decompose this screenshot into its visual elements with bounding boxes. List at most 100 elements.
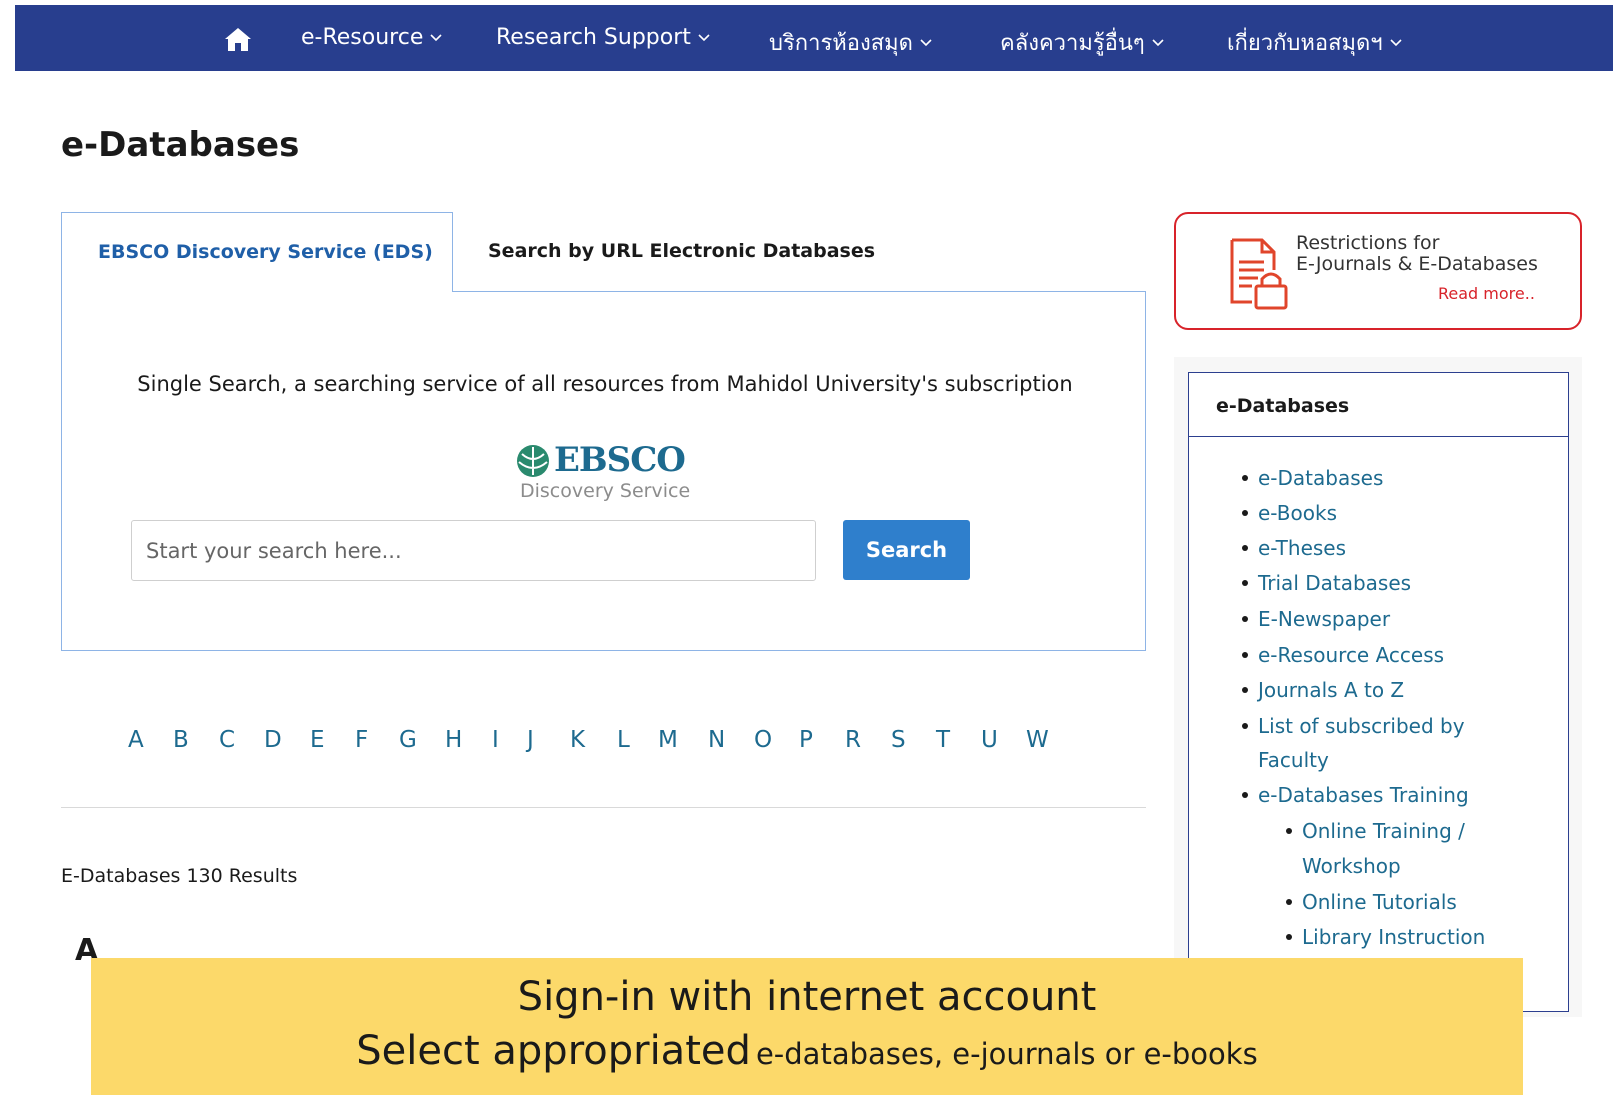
nav-label: เกี่ยวกับหอสมุดฯ: [1227, 31, 1383, 56]
nav-item-research-support[interactable]: Research Support: [496, 25, 711, 50]
alpha-link-u[interactable]: U: [981, 727, 998, 753]
ebsco-logo: EBSCO Discovery Service: [516, 440, 696, 505]
alpha-link-j[interactable]: J: [527, 727, 534, 753]
home-icon[interactable]: [223, 25, 253, 53]
bullet: [1242, 509, 1248, 516]
sidebar-subitem-label: Online Training /: [1302, 819, 1465, 843]
sidebar-item-label: e-Databases Training: [1258, 783, 1469, 807]
tab-eds[interactable]: EBSCO Discovery Service (EDS): [61, 212, 453, 292]
instruction-banner: Sign-in with internet account Select app…: [91, 958, 1523, 1095]
banner-line2-detail: e-databases, e-journals or e-books: [755, 1037, 1258, 1071]
document-lock-icon: [1230, 238, 1288, 310]
tab-label: EBSCO Discovery Service (EDS): [98, 241, 433, 263]
ebsco-logo-subtitle: Discovery Service: [520, 480, 691, 502]
bullet: [1242, 579, 1248, 586]
alpha-link-a[interactable]: A: [128, 727, 144, 753]
ebsco-logo-word: EBSCO: [554, 440, 686, 480]
sidebar-item-list-by-faculty-cont[interactable]: Faculty: [1258, 743, 1329, 778]
banner-line1: Sign-in with internet account: [517, 974, 1097, 1020]
search-input[interactable]: [131, 520, 816, 581]
sidebar-item-e-newspaper[interactable]: E-Newspaper: [1242, 602, 1390, 637]
sidebar-subitem-label: Workshop: [1302, 854, 1401, 878]
sidebar-item-journals-a-to-z[interactable]: Journals A to Z: [1242, 673, 1404, 708]
sidebar-item-label: e-Resource Access: [1258, 643, 1445, 667]
sidebar-heading: e-Databases: [1216, 395, 1350, 417]
sidebar-item-label: Trial Databases: [1258, 571, 1412, 595]
sidebar-subitem-label: Library Instruction: [1302, 925, 1486, 949]
sidebar-subitem-online-tutorials[interactable]: Online Tutorials: [1286, 885, 1457, 920]
chevron-down-icon: [698, 33, 710, 41]
alpha-link-h[interactable]: H: [445, 727, 462, 753]
alpha-link-e[interactable]: E: [310, 727, 325, 753]
alpha-link-n[interactable]: N: [708, 727, 725, 753]
alpha-link-i[interactable]: I: [492, 727, 499, 753]
sidebar-header: e-Databases: [1189, 373, 1568, 437]
nav-label: e-Resource: [301, 25, 424, 50]
alpha-link-s[interactable]: S: [891, 727, 906, 753]
sidebar-item-label: List of subscribed by: [1258, 714, 1465, 738]
chevron-down-icon: [430, 33, 442, 41]
ebsco-mark-icon: [517, 445, 549, 477]
alpha-link-l[interactable]: L: [617, 727, 630, 753]
nav-item-e-resource[interactable]: e-Resource: [301, 25, 443, 50]
top-nav-bar: e-Resource Research Support บริการห้องสม…: [15, 5, 1613, 71]
banner-line2: Select appropriated e-databases, e-journ…: [91, 1028, 1523, 1074]
sidebar-subitem-online-training-cont[interactable]: Workshop: [1302, 849, 1401, 884]
nav-item-library-services[interactable]: บริการห้องสมุด: [769, 25, 933, 60]
alpha-link-f[interactable]: F: [355, 727, 368, 753]
sidebar-item-label: e-Books: [1258, 501, 1338, 525]
alpha-link-r[interactable]: R: [845, 727, 861, 753]
alpha-link-t[interactable]: T: [936, 727, 950, 753]
bullet: [1286, 898, 1292, 905]
nav-label: คลังความรู้อื่นๆ: [1000, 31, 1145, 56]
sidebar-item-e-theses[interactable]: e-Theses: [1242, 531, 1346, 566]
bullet: [1242, 686, 1248, 693]
restrictions-title-line2: E-Journals & E-Databases: [1296, 253, 1538, 275]
restrictions-notice[interactable]: Restrictions for E-Journals & E-Database…: [1174, 212, 1582, 330]
bullet: [1242, 791, 1248, 798]
chevron-down-icon: [1152, 38, 1164, 46]
alpha-link-w[interactable]: W: [1026, 727, 1049, 753]
sidebar-item-label: E-Newspaper: [1258, 607, 1391, 631]
sidebar-item-trial-databases[interactable]: Trial Databases: [1242, 566, 1411, 601]
bullet: [1242, 722, 1248, 729]
sidebar-item-e-books[interactable]: e-Books: [1242, 496, 1337, 531]
sidebar-subitem-label: Online Tutorials: [1302, 890, 1457, 914]
bullet: [1242, 651, 1248, 658]
sidebar-item-e-resource-access[interactable]: e-Resource Access: [1242, 638, 1444, 673]
nav-item-knowledge[interactable]: คลังความรู้อื่นๆ: [1000, 25, 1165, 60]
alpha-link-m[interactable]: M: [658, 727, 678, 753]
sidebar-subitem-online-training[interactable]: Online Training /: [1286, 814, 1465, 849]
sidebar-item-label: Faculty: [1258, 748, 1329, 772]
restrictions-title-line1: Restrictions for: [1296, 232, 1440, 254]
sidebar: e-Databases e-Databases e-Books e-Theses…: [1188, 372, 1569, 1012]
alpha-link-c[interactable]: C: [219, 727, 235, 753]
sidebar-item-e-databases[interactable]: e-Databases: [1242, 461, 1383, 496]
alpha-link-b[interactable]: B: [173, 727, 189, 753]
page-title: e-Databases: [61, 125, 300, 165]
banner-line2-main: Select appropriated: [356, 1028, 751, 1074]
sidebar-item-list-by-faculty[interactable]: List of subscribed by: [1242, 709, 1465, 744]
sidebar-item-label: Journals A to Z: [1258, 678, 1405, 702]
results-count: E-Databases 130 Results: [61, 865, 298, 887]
sidebar-item-training[interactable]: e-Databases Training: [1242, 778, 1469, 813]
sidebar-item-label: e-Databases: [1258, 466, 1384, 490]
alpha-link-d[interactable]: D: [264, 727, 282, 753]
nav-label: Research Support: [496, 25, 691, 50]
restrictions-title: Restrictions for E-Journals & E-Database…: [1296, 233, 1538, 275]
bullet: [1286, 827, 1292, 834]
tab-url-databases[interactable]: Search by URL Electronic Databases: [453, 212, 893, 291]
nav-label: บริการห้องสมุด: [769, 31, 913, 56]
alpha-link-p[interactable]: P: [799, 727, 813, 753]
bullet: [1242, 474, 1248, 481]
read-more-link[interactable]: Read more..: [1438, 284, 1535, 303]
search-button[interactable]: Search: [843, 520, 970, 580]
tab-label: Search by URL Electronic Databases: [488, 240, 876, 262]
alpha-link-g[interactable]: G: [399, 727, 417, 753]
sidebar-subitem-library-instruction[interactable]: Library Instruction: [1286, 920, 1485, 955]
alpha-link-o[interactable]: O: [754, 727, 772, 753]
chevron-down-icon: [1390, 38, 1402, 46]
bullet: [1242, 544, 1248, 551]
nav-item-about[interactable]: เกี่ยวกับหอสมุดฯ: [1227, 25, 1403, 60]
alpha-link-k[interactable]: K: [570, 727, 585, 753]
